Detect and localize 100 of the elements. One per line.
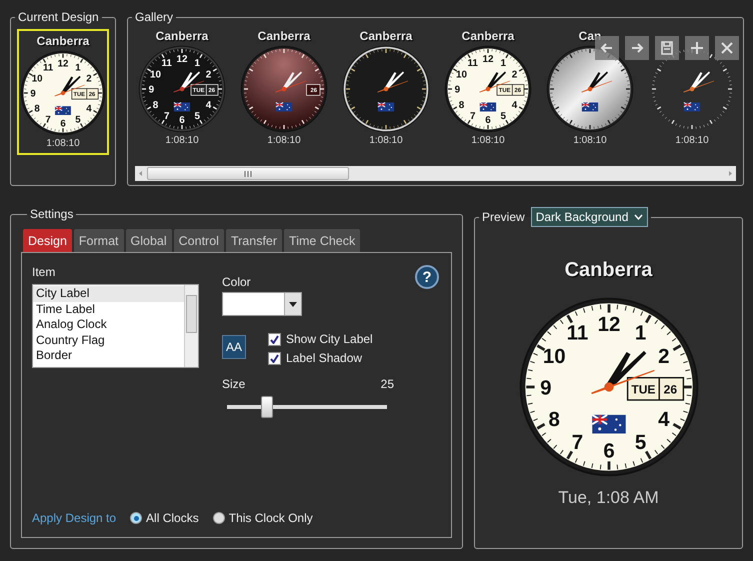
city-label: Canberra [462,29,514,44]
clock-numeral: 6 [179,115,185,126]
size-label: Size [222,377,246,391]
radio-button[interactable] [212,512,225,524]
clock-numeral: 4 [86,103,92,114]
save-button[interactable] [655,36,679,60]
clock-numeral: 10 [542,344,566,368]
checkbox[interactable] [268,332,281,346]
clock-numeral: 1 [194,58,200,70]
list-item[interactable]: Time Label [33,302,184,317]
clock-numeral: 1 [634,322,646,345]
clock-numeral: 7 [470,111,476,122]
caret-icon [289,302,297,306]
clock-numeral: 7 [45,114,51,126]
time-label: 1:08:10 [267,135,301,146]
list-item[interactable]: Country Flag [33,332,184,348]
time-label: 1:08:10 [46,138,80,149]
clock-numeral: 6 [60,118,66,130]
clock-hands [581,72,612,92]
clock-numeral: 12 [482,54,494,65]
flag-icon [683,102,700,112]
list-item[interactable]: Analog Clock [33,317,184,332]
color-label: Color [222,275,252,289]
clock-numeral: 12 [176,54,188,65]
forward-arrow-button[interactable] [625,36,649,60]
clock-numeral: 8 [548,408,560,432]
list-item[interactable]: City Label [33,286,184,302]
item-list[interactable]: City Label Time Label Analog Clock Country Flag Border [32,284,199,368]
scrollbar-thumb[interactable] [186,295,197,333]
checkbox-label: Show City Label [286,332,373,346]
tab[interactable]: Format [74,229,124,252]
tab[interactable]: Time Check [284,229,360,252]
clock-numeral: 4 [512,100,518,111]
clock-numeral: 8 [34,103,40,114]
clock-hands [590,350,654,394]
caret-icon [634,214,644,220]
date-box [626,377,684,401]
city-label: Canberra [258,29,310,44]
clock-hands [54,76,85,96]
clock-numeral: 2 [512,69,518,80]
add-button[interactable] [685,36,709,60]
checkbox-label: Label Shadow [286,351,362,365]
slider-thumb[interactable] [261,396,273,418]
city-label: Canberra [360,29,412,44]
clock-numeral: 1 [500,58,506,70]
font-button[interactable]: AA [222,335,246,359]
clock-numeral: 5 [634,431,646,454]
background-dropdown[interactable]: Dark Background [530,207,648,227]
clock-hands [275,72,306,92]
clock-numeral: 9 [540,376,551,400]
date-box [71,88,99,100]
clock-numeral: 9 [148,84,154,96]
tab[interactable]: Control [174,229,224,252]
radio-button[interactable] [130,512,142,524]
close-button[interactable] [715,36,739,60]
apply-label: Apply Design to [32,511,116,525]
tab[interactable]: Transfer [226,229,282,252]
time-label: 1:08:10 [573,135,607,146]
clock-numeral: 10 [32,74,42,85]
clock-numeral: 6 [485,115,491,126]
clock-numeral: 5 [500,111,506,122]
panel-title: Preview [482,210,525,224]
scrollbar-thumb[interactable] [147,167,349,180]
clock-hands [683,72,714,92]
flag-icon [54,106,71,115]
clock-numeral: 4 [206,100,212,111]
flag-icon [275,102,292,112]
help-button[interactable]: ? [415,265,439,289]
date-label: 26 [663,382,677,396]
clock-numeral: 11 [467,58,478,70]
date-box [306,84,320,96]
date-box [190,84,218,96]
clock-numeral: 6 [602,440,614,463]
scrollbar[interactable] [135,166,736,181]
clock-numeral: 9 [454,84,460,96]
flag-icon [581,102,598,112]
clock-numeral: 11 [161,58,172,70]
clock-hands [173,72,204,92]
clock-numeral: 4 [658,408,669,432]
clock-hands [377,72,408,92]
city-label: Can [578,29,602,44]
clock-numeral: 10 [150,69,161,80]
time-label: 1:08:10 [471,135,505,146]
checkbox[interactable] [268,352,281,364]
clock-numeral: 2 [86,74,92,85]
panel-title: Current Design [17,10,100,24]
tab[interactable]: Global [126,229,172,252]
tab[interactable]: Design [23,229,72,252]
clock-numeral: 2 [658,344,669,368]
list-item[interactable]: Border [33,348,184,364]
time-label: 1:08:10 [165,135,199,146]
weekday-label: TUE [630,382,655,396]
clock-numeral: 2 [206,69,212,80]
clock-numeral: 1 [75,62,81,74]
color-dropdown[interactable] [222,292,302,316]
clock-numeral: 7 [164,111,170,122]
flag-icon [591,414,626,434]
flag-icon [377,102,394,112]
item-label: Item [32,265,56,279]
radio-label: All Clocks [146,511,199,525]
